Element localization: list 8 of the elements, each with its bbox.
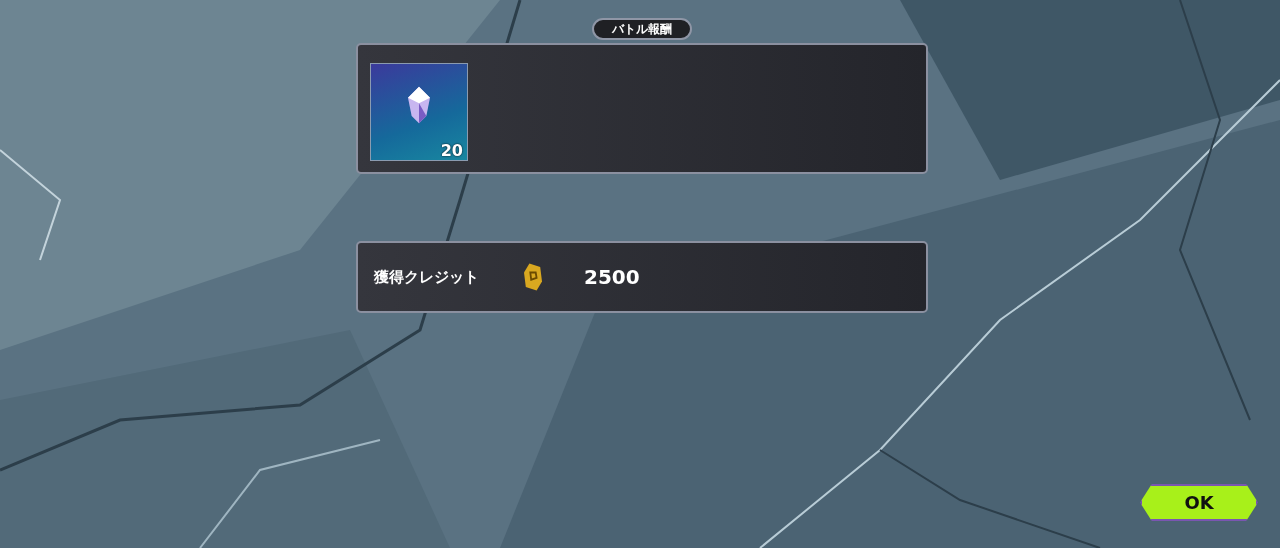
panel-title: バトル報酬 <box>592 18 692 40</box>
item-count: 20 <box>440 141 463 160</box>
coin-icon <box>524 263 542 291</box>
crystal-icon <box>408 86 430 124</box>
ok-button[interactable]: OK <box>1140 484 1258 521</box>
credit-label: 獲得クレジット <box>374 267 480 287</box>
credit-amount: 2500 <box>584 265 640 289</box>
reward-tile[interactable]: 20 <box>370 63 468 161</box>
